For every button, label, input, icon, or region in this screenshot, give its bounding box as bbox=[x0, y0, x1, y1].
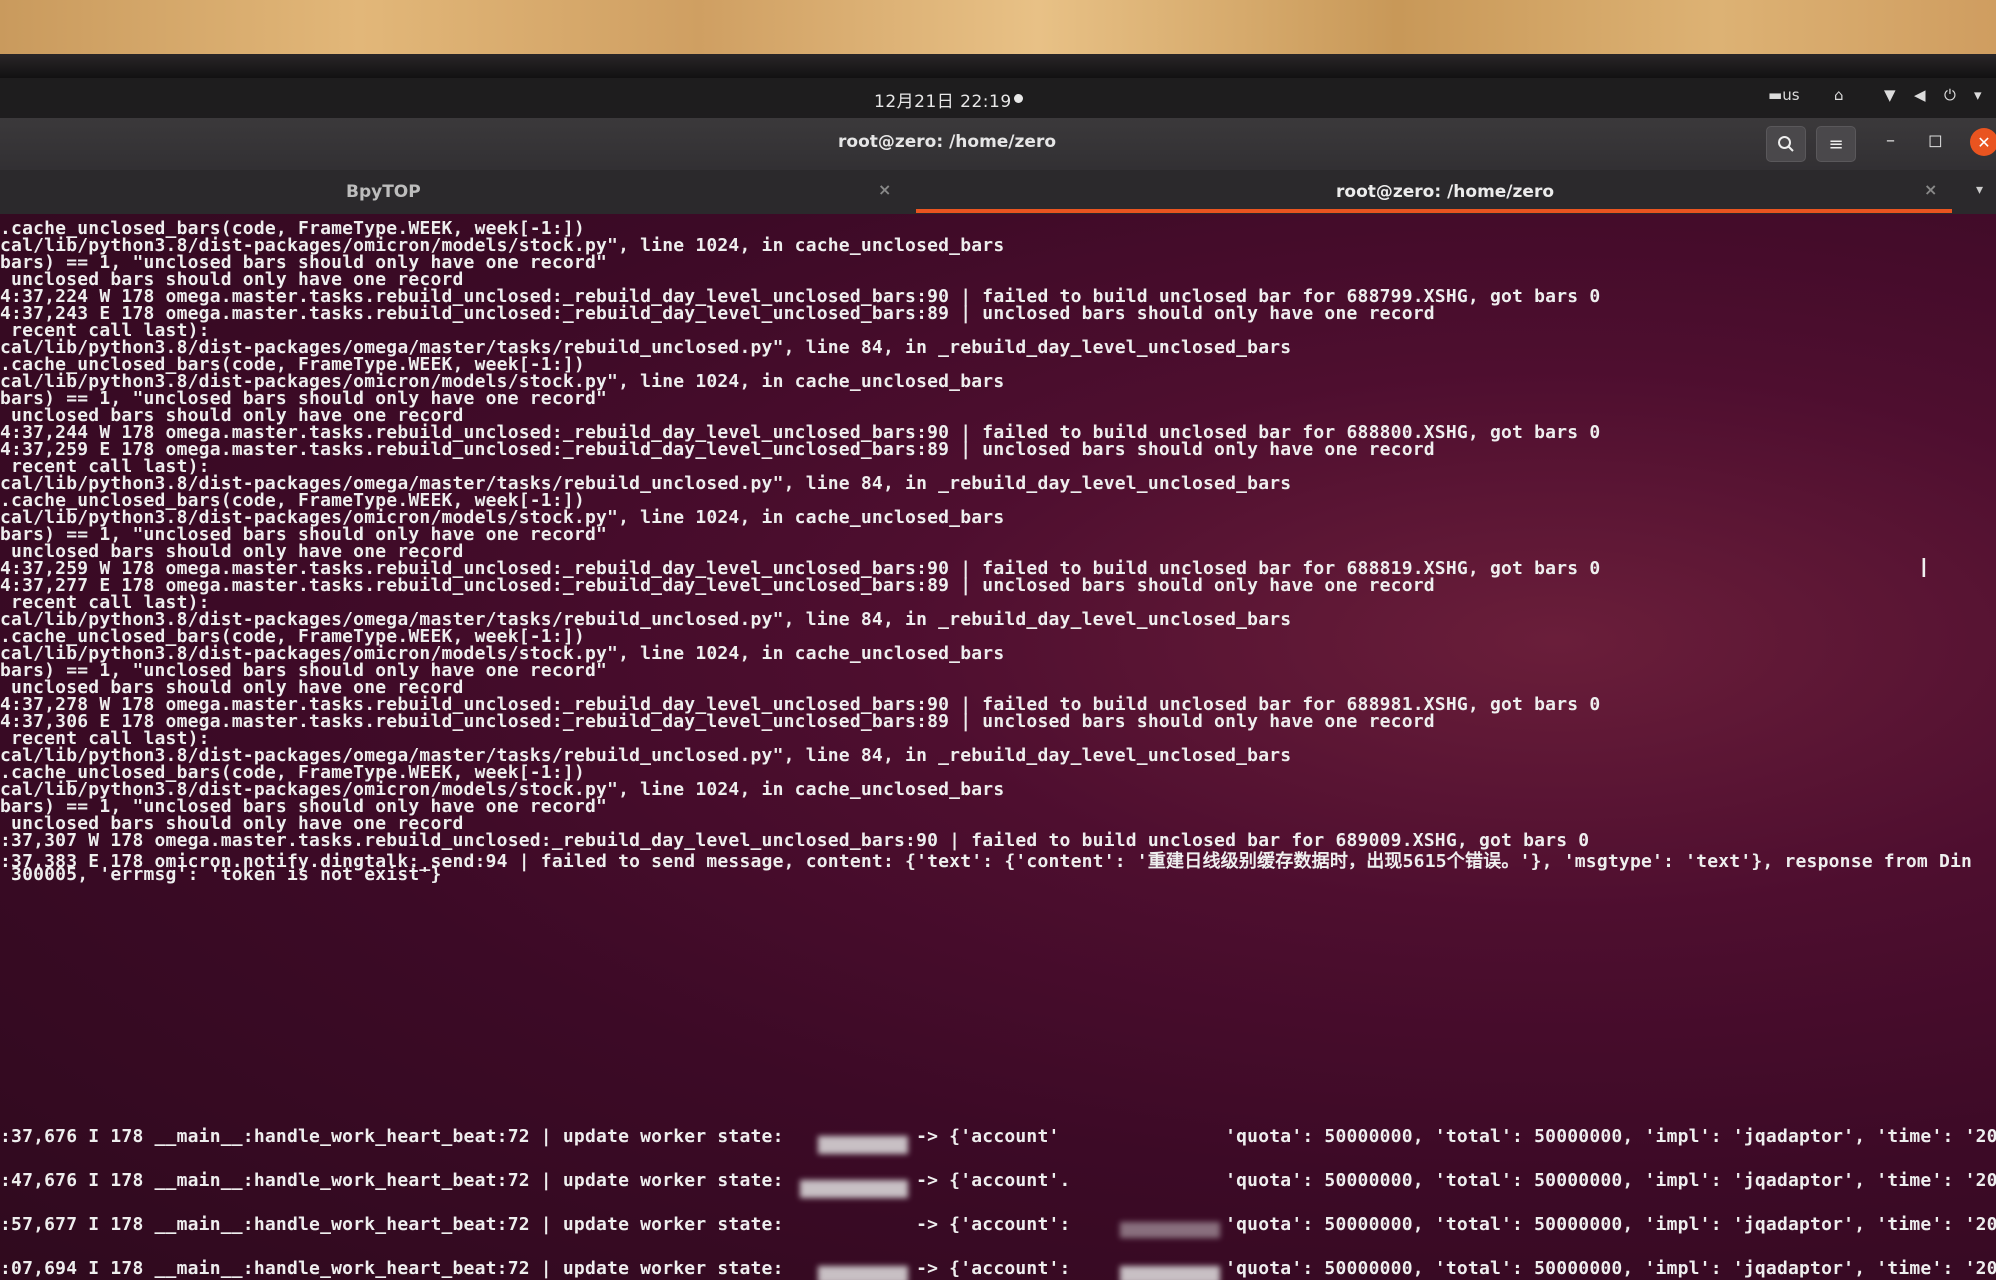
keyboard-layout-indicator[interactable]: ▬us bbox=[1768, 86, 1800, 104]
terminal-output[interactable]: .cache_unclosed_bars(code, FrameType.WEE… bbox=[0, 214, 1996, 1280]
menu-button[interactable]: ≡ bbox=[1816, 126, 1856, 162]
maximize-button[interactable]: ◻ bbox=[1928, 130, 1943, 151]
notification-dot-icon bbox=[1014, 94, 1023, 103]
power-icon[interactable]: ⏻ bbox=[1944, 86, 1956, 104]
window-title-bar: root@zero: /home/zero ≡ – ◻ ✕ bbox=[0, 118, 1996, 170]
heartbeat-line: :07,694 I 178 __main__:handle_work_heart… bbox=[0, 1258, 1996, 1279]
search-icon bbox=[1778, 136, 1794, 152]
wifi-icon[interactable]: ▼ bbox=[1884, 86, 1896, 104]
clock[interactable]: 12月21日 22:19 bbox=[874, 87, 1012, 112]
terminal-line: 4:37,243 E 178 omega.master.tasks.rebuil… bbox=[0, 303, 1435, 324]
tab-terminal[interactable]: root@zero: /home/zero × bbox=[910, 170, 1960, 214]
close-icon: ✕ bbox=[1977, 132, 1991, 152]
system-menu-arrow-icon[interactable]: ▾ bbox=[1974, 86, 1982, 104]
tab-bpytop[interactable]: BpyTOP × bbox=[0, 170, 900, 214]
screen: 12月21日 22:19 ▬us ⌂ ▼ ◀ ⏻ ▾ root@zero: /h… bbox=[0, 78, 1996, 1280]
heartbeat-line: :57,677 I 178 __main__:handle_work_heart… bbox=[0, 1214, 1996, 1235]
redacted-blur bbox=[1120, 1266, 1220, 1280]
heartbeat-line: :47,676 I 178 __main__:handle_work_heart… bbox=[0, 1170, 1996, 1191]
terminal-line: 300005, 'errmsg': 'token is not exist'} bbox=[0, 864, 442, 885]
search-button[interactable] bbox=[1766, 126, 1806, 162]
keyboard-layout-label: us bbox=[1782, 86, 1800, 104]
tab-close-icon[interactable]: × bbox=[878, 180, 891, 199]
heartbeat-line: :37,676 I 178 __main__:handle_work_heart… bbox=[0, 1126, 1996, 1147]
active-tab-indicator bbox=[916, 209, 1952, 213]
monitor-bezel bbox=[0, 54, 1996, 78]
redacted-blur bbox=[818, 1136, 908, 1154]
minimize-button[interactable]: – bbox=[1886, 130, 1895, 151]
close-window-button[interactable]: ✕ bbox=[1970, 128, 1996, 156]
hamburger-icon: ≡ bbox=[1828, 133, 1844, 155]
keyboard-icon: ▬ bbox=[1768, 86, 1783, 104]
gnome-top-bar: 12月21日 22:19 ▬us ⌂ ▼ ◀ ⏻ ▾ bbox=[0, 78, 1996, 118]
tab-label: root@zero: /home/zero bbox=[1336, 182, 1555, 202]
volume-icon[interactable]: ◀ bbox=[1914, 86, 1926, 104]
text-cursor-icon: I bbox=[1920, 554, 1928, 584]
clipboard-icon[interactable]: ⌂ bbox=[1834, 86, 1844, 104]
window-title: root@zero: /home/zero bbox=[838, 132, 1057, 152]
tab-list-arrow-icon[interactable]: ▾ bbox=[1976, 182, 1983, 198]
terminal-line: 4:37,306 E 178 omega.master.tasks.rebuil… bbox=[0, 711, 1435, 732]
tab-label: BpyTOP bbox=[346, 182, 421, 202]
redacted-blur bbox=[1120, 1222, 1220, 1238]
tab-close-icon[interactable]: × bbox=[1924, 180, 1937, 199]
terminal-line: 4:37,277 E 178 omega.master.tasks.rebuil… bbox=[0, 575, 1435, 596]
desk-background bbox=[0, 0, 1996, 62]
redacted-blur bbox=[800, 1180, 908, 1198]
tab-bar: BpyTOP × root@zero: /home/zero × ▾ bbox=[0, 170, 1996, 214]
terminal-line: 4:37,259 E 178 omega.master.tasks.rebuil… bbox=[0, 439, 1435, 460]
redacted-blur bbox=[818, 1266, 908, 1280]
